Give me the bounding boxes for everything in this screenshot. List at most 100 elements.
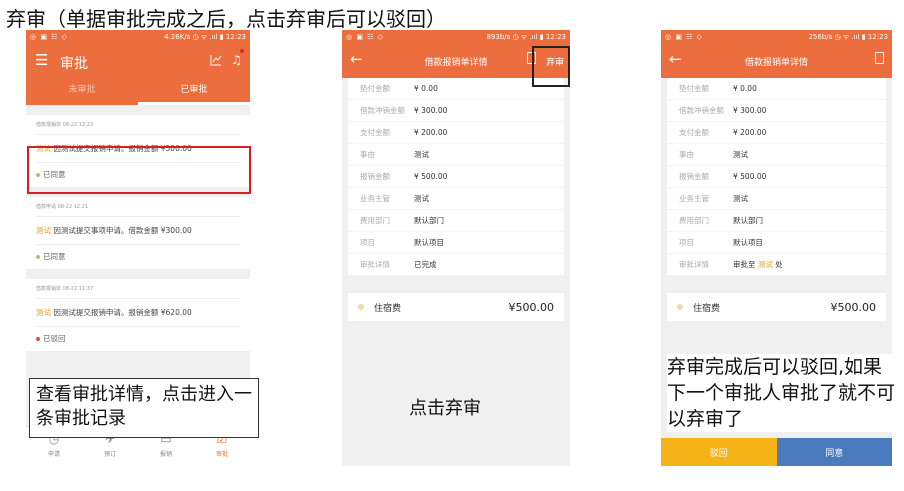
row-label: 业务主管 (679, 194, 709, 203)
row-label: 垫付金额 (360, 84, 390, 93)
row-label: 借款冲销金额 (360, 106, 405, 115)
expense-amount: ¥500.00 (830, 300, 877, 314)
status-bar: ◎ ▣ ☷ ◇ 4.26K/s ◷ ᯤ .ııl ▮ 12:23 (26, 30, 250, 44)
row-value: 测试 (414, 150, 429, 159)
nav-label: 审批 (215, 451, 228, 458)
row-value: ¥ 0.00 (733, 84, 757, 93)
row-value: 默认项目 (733, 238, 763, 247)
row-value: ¥ 300.00 (733, 106, 767, 115)
item-tag: 测试 (36, 226, 51, 235)
list-item[interactable]: 借款申请 08-22 12:21 测试 因测试提交事项申请。借款金额 ¥300.… (26, 197, 250, 269)
item-meta: 借款报销单 08-22 12:23 (36, 115, 240, 135)
detail-row: 支付金额 ¥ 200.00 (667, 122, 886, 144)
row-label: 报销金额 (679, 172, 709, 181)
item-desc: 因测试提交报销申请。报销金额 ¥620.00 (51, 308, 192, 317)
highlight-box (532, 46, 570, 87)
expense-item[interactable]: 住宿费 ¥500.00 (348, 293, 564, 321)
approval-prefix: 审批至 (733, 260, 758, 269)
detail-row: 垫付金额 ¥ 0.00 (667, 78, 886, 100)
detail-row: 借款冲销金额 ¥ 300.00 (667, 100, 886, 122)
item-tag: 测试 (36, 308, 51, 317)
expense-amount: ¥500.00 (508, 300, 555, 314)
status-icons: ◎ ▣ ☷ ◇ (30, 33, 69, 41)
highlight-box (27, 146, 251, 194)
status-bar: ◎ ▣ ☷ ◇ 256b/s ◷ ᯤ .ııl ▮ 12:23 (661, 30, 892, 44)
row-value: 测试 (414, 194, 429, 203)
item-status: 已同意 (36, 245, 240, 269)
row-label: 费用部门 (679, 216, 709, 225)
status-dot (36, 337, 40, 341)
tab-bar: 未审批 已审批 (26, 78, 250, 105)
action-bar: 驳回 同意 (661, 438, 892, 466)
status-icons: ◎ ▣ ☷ ◇ (346, 33, 385, 41)
item-meta: 借款报销单 08-22 11:37 (36, 279, 240, 299)
row-value: ¥ 300.00 (414, 106, 448, 115)
row-value: ¥ 500.00 (414, 172, 448, 181)
item-dot (677, 304, 683, 310)
item-meta: 借款申请 08-22 12:21 (36, 197, 240, 217)
row-value: 测试 (733, 150, 748, 159)
annotation-view-details: 查看审批详情，点击进入一条审批记录 (29, 378, 259, 438)
status-info: 4.26K/s ◷ ᯤ .ııl ▮ 12:23 (164, 32, 246, 41)
agree-button[interactable]: 同意 (776, 438, 892, 466)
expense-item[interactable]: 住宿费 ¥500.00 (667, 293, 886, 321)
approver-name: 测试 (757, 260, 773, 269)
list-item[interactable]: 借款报销单 08-22 11:37 测试 因测试提交报销申请。报销金额 ¥620… (26, 279, 250, 351)
item-desc: 因测试提交事项申请。借款金额 ¥300.00 (51, 226, 192, 235)
status-label: 已同意 (43, 252, 66, 261)
row-value: 默认项目 (414, 238, 444, 247)
row-value: 默认部门 (733, 216, 763, 225)
status-info: 893b/s ◷ ᯤ .ııl ▮ 12:23 (486, 32, 566, 41)
tab-pending[interactable]: 未审批 (26, 78, 138, 105)
row-label: 事由 (360, 150, 375, 159)
row-value: ¥ 0.00 (414, 84, 438, 93)
row-label: 审批详情 (679, 260, 709, 269)
item-status: 已驳回 (36, 327, 240, 351)
annotation-reject-note: 弃审完成后可以驳回,如果下一个审批人审批了就不可以弃审了 (667, 354, 897, 432)
chart-icon[interactable] (210, 54, 222, 66)
detail-row: 事由 测试 (667, 144, 886, 166)
detail-row: 费用部门 默认部门 (348, 210, 564, 232)
row-label: 借款冲销金额 (679, 106, 724, 115)
detail-panel: 垫付金额 ¥ 0.00 借款冲销金额 ¥ 300.00 支付金额 ¥ 200.00 事… (348, 78, 564, 276)
item-text: 测试 因测试提交报销申请。报销金额 ¥620.00 (36, 299, 240, 327)
row-label: 事由 (679, 150, 694, 159)
menu-icon[interactable]: ☰ (35, 52, 48, 68)
detail-row: 业务主管 测试 (348, 188, 564, 210)
detail-row: 审批详情 审批至 测试 处 (667, 254, 886, 276)
row-value: 审批至 测试 处 (733, 259, 783, 270)
row-label: 支付金额 (360, 128, 390, 137)
row-value: ¥ 500.00 (733, 172, 767, 181)
row-value: 默认部门 (414, 216, 444, 225)
item-dot (358, 304, 364, 310)
row-label: 审批详情 (360, 260, 390, 269)
page-title: 弃审（单据审批完成之后，点击弃审后可以驳回） (6, 7, 446, 31)
screen-title: 借款报销单详情 (744, 58, 808, 68)
detail-row: 审批详情 已完成 (348, 254, 564, 276)
row-label: 业务主管 (360, 194, 390, 203)
approval-list: 借款报销单 08-22 12:23 测试 因测试提交报销申请。报销金额 ¥500… (26, 105, 250, 351)
annotation-click-abandon: 点击弃审 (409, 398, 481, 419)
row-value: ¥ 200.00 (414, 128, 448, 137)
detail-row: 借款冲销金额 ¥ 300.00 (348, 100, 564, 122)
row-value: 已完成 (414, 260, 437, 269)
tab-approved[interactable]: 已审批 (138, 78, 250, 105)
row-label: 垫付金额 (679, 84, 709, 93)
item-text: 测试 因测试提交事项申请。借款金额 ¥300.00 (36, 217, 240, 245)
reject-button[interactable]: 驳回 (661, 438, 777, 466)
nav-label: 报销 (159, 451, 172, 458)
app-bar: ☰ 审批 ♫ (26, 44, 250, 78)
detail-row: 费用部门 默认部门 (667, 210, 886, 232)
detail-row: 报销金额 ¥ 500.00 (667, 166, 886, 188)
nav-label: 预订 (103, 451, 116, 458)
row-value: ¥ 200.00 (733, 128, 767, 137)
expense-name: 住宿费 (374, 303, 402, 314)
document-icon[interactable] (875, 52, 884, 64)
row-label: 报销金额 (360, 172, 390, 181)
row-label: 支付金额 (679, 128, 709, 137)
nav-label: 申请 (47, 451, 60, 458)
bell-icon[interactable]: ♫ (231, 53, 242, 67)
detail-row: 项目 默认项目 (348, 232, 564, 254)
expense-name: 住宿费 (693, 303, 721, 314)
row-label: 项目 (679, 238, 694, 247)
